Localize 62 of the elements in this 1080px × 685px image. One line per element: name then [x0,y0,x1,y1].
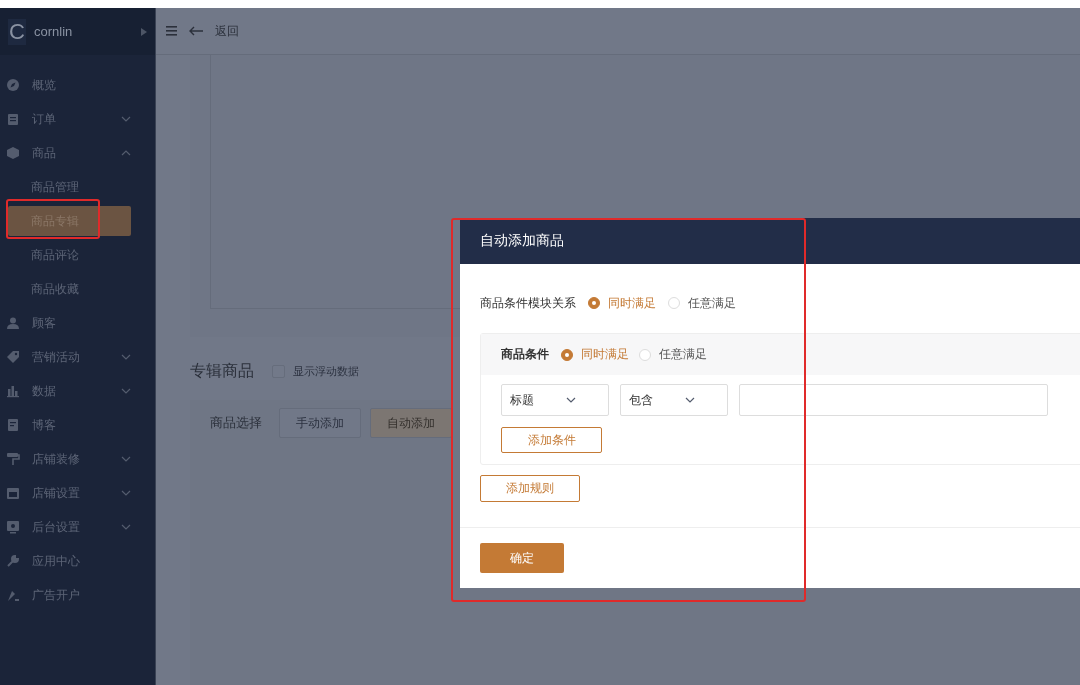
dialog-title: 自动添加商品 [460,218,1080,264]
menu-item[interactable]: 订单 [0,102,155,136]
menu-icon[interactable] [166,26,177,36]
chevron-icon [685,397,695,403]
operator-select[interactable]: 包含 [620,384,728,416]
box-icon [6,146,20,160]
value-input[interactable] [739,384,1048,416]
submenu-item[interactable]: 商品收藏 [8,274,131,304]
menu-item[interactable]: 博客 [0,408,155,442]
menu-item[interactable]: 营销活动 [0,340,155,374]
back-link[interactable]: 返回 [215,22,239,40]
logo-letter: C [8,18,26,45]
caret-icon[interactable] [141,27,147,36]
menu-item[interactable]: 广告开户 [0,578,155,612]
menu-item[interactable]: 应用中心 [0,544,155,578]
compass-icon [6,78,20,92]
field-label: 商品条件模块关系 [480,294,576,312]
menu-item[interactable]: 店铺装修 [0,442,155,476]
radio-option[interactable]: 任意满足 [668,294,736,312]
radio-label: 任意满足 [688,294,736,312]
monitor-icon [6,520,20,534]
bar-chart-icon [6,384,20,398]
group-label: 商品条件 [501,346,549,363]
wrench-icon [6,554,20,568]
menu-item[interactable]: 顾客 [0,306,155,340]
chevron-icon [121,456,131,462]
checkbox-label: 显示浮动数据 [293,363,359,379]
field-label: 商品选择 [210,414,262,432]
radio-label: 任意满足 [659,346,707,363]
pen-icon [6,588,20,602]
submenu-item[interactable]: 商品管理 [8,172,131,202]
radio-option[interactable]: 同时满足 [588,294,656,312]
add-condition-button[interactable]: 添加条件 [501,427,602,453]
paint-roller-icon [6,452,20,466]
add-rule-button[interactable]: 添加规则 [480,475,580,502]
shop-icon [6,486,20,500]
mode-button[interactable]: 自动添加 [370,408,452,438]
submenu-item[interactable]: 商品评论 [8,240,131,270]
section-title: 专辑商品 [190,360,254,381]
chevron-icon [121,150,131,156]
confirm-button[interactable]: 确定 [480,543,564,573]
person-icon [6,316,20,330]
radio-option[interactable]: 同时满足 [561,346,629,363]
chevron-icon [121,490,131,496]
app-name: cornlin [34,24,74,39]
mode-button[interactable]: 手动添加 [279,408,361,438]
radio-label: 同时满足 [608,294,656,312]
menu-item[interactable]: 商品 [0,136,155,170]
radio-label: 同时满足 [581,346,629,363]
chevron-icon [121,354,131,360]
chevron-icon [121,388,131,394]
chevron-icon [121,524,131,530]
radio-option[interactable]: 任意满足 [639,346,707,363]
back-arrow-icon[interactable] [189,26,203,36]
chevron-icon [566,397,576,403]
tag-icon [6,350,20,364]
clipboard-icon [6,112,20,126]
menu-item[interactable]: 概览 [0,68,155,102]
field-select[interactable]: 标题 [501,384,609,416]
chevron-icon [121,116,131,122]
document-icon [6,418,20,432]
menu-item[interactable]: 数据 [0,374,155,408]
